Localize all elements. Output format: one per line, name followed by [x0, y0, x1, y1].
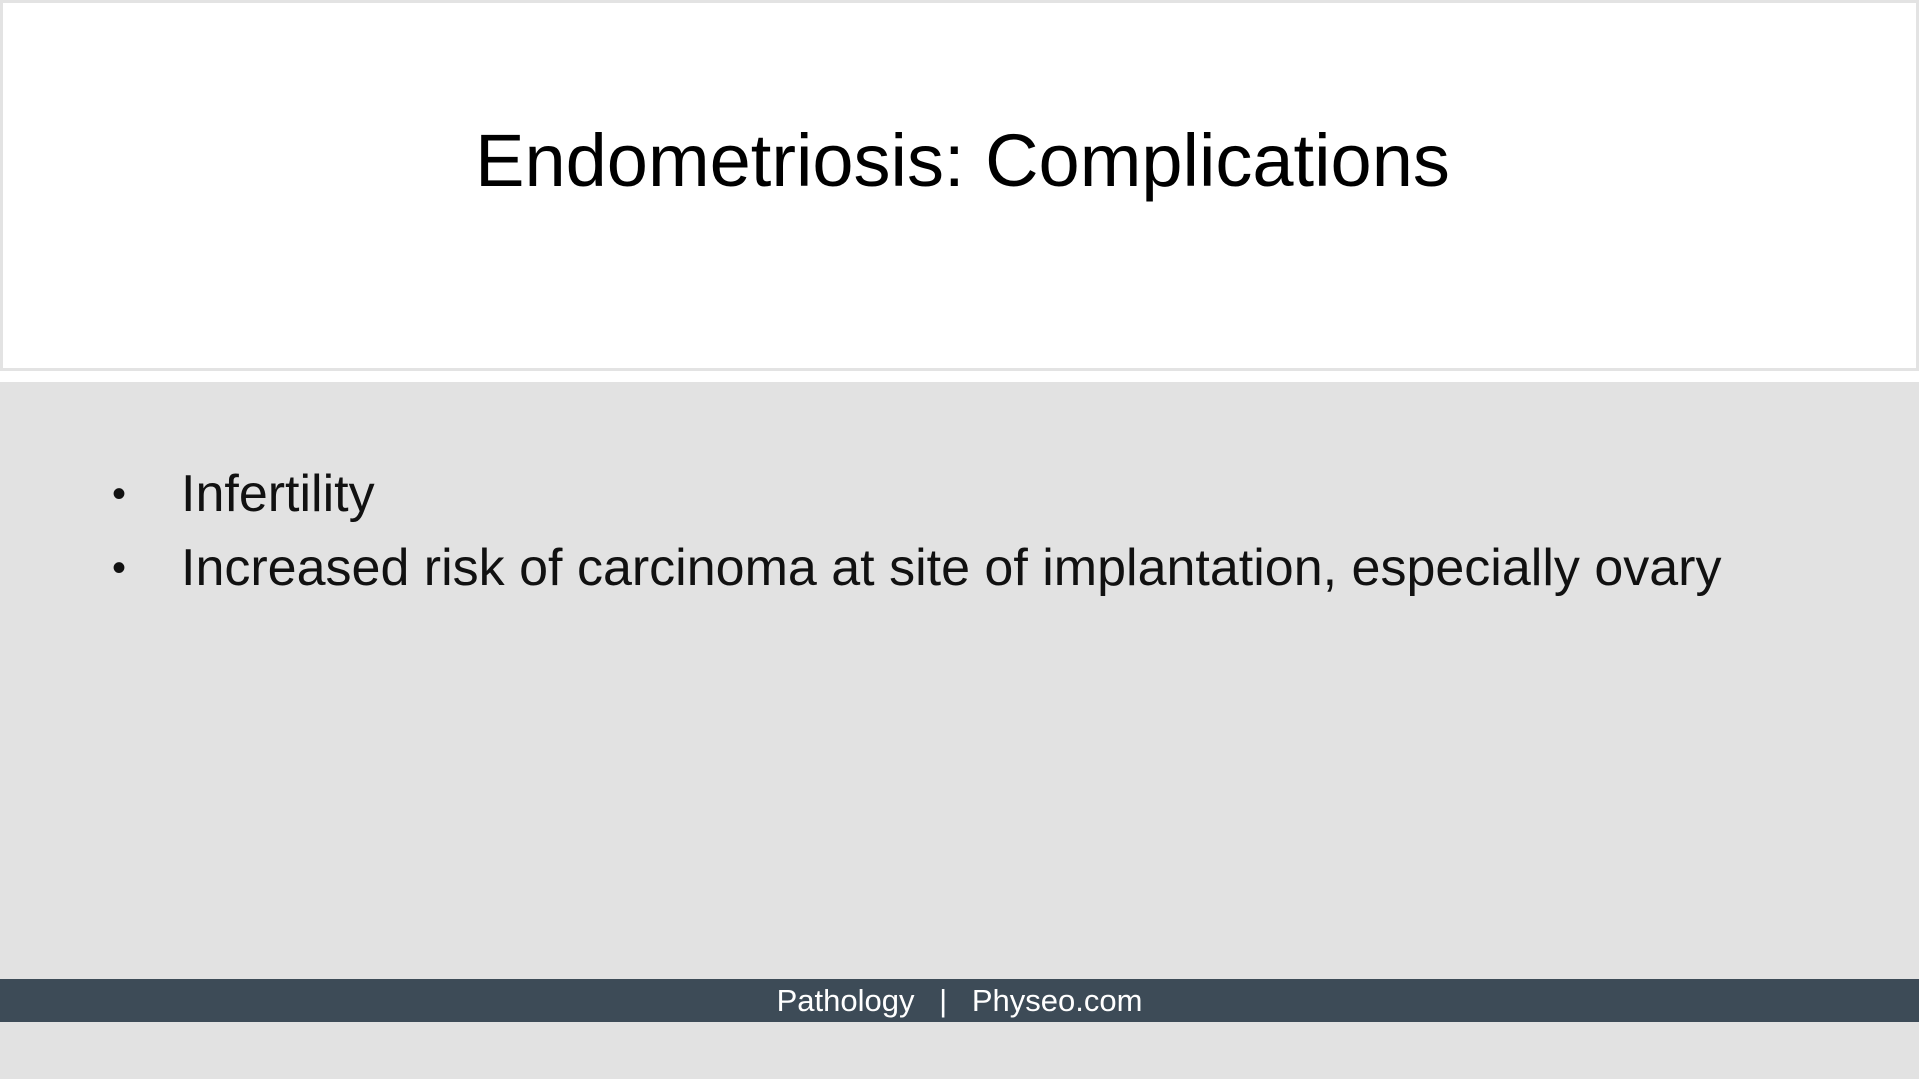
bullet-icon: •	[112, 546, 127, 590]
footer-site: Physeo.com	[971, 983, 1143, 1018]
slide-title: Endometriosis: Complications	[475, 119, 1450, 202]
slide-content-panel: • Infertility • Increased risk of carcin…	[0, 382, 1919, 979]
slide-title-panel: Endometriosis: Complications	[0, 0, 1919, 371]
bullet-list: • Infertility • Increased risk of carcin…	[0, 457, 1919, 605]
footer-separator: |	[939, 983, 948, 1018]
bullet-icon: •	[112, 472, 127, 516]
bullet-text: Infertility	[181, 465, 375, 523]
footer-subject: Pathology	[776, 983, 915, 1018]
bullet-text: Increased risk of carcinoma at site of i…	[181, 539, 1722, 597]
title-divider	[0, 371, 1919, 382]
slide-footer: Pathology | Physeo.com	[0, 979, 1919, 1022]
bullet-item: • Infertility	[0, 457, 1919, 531]
bullet-item: • Increased risk of carcinoma at site of…	[0, 531, 1919, 605]
